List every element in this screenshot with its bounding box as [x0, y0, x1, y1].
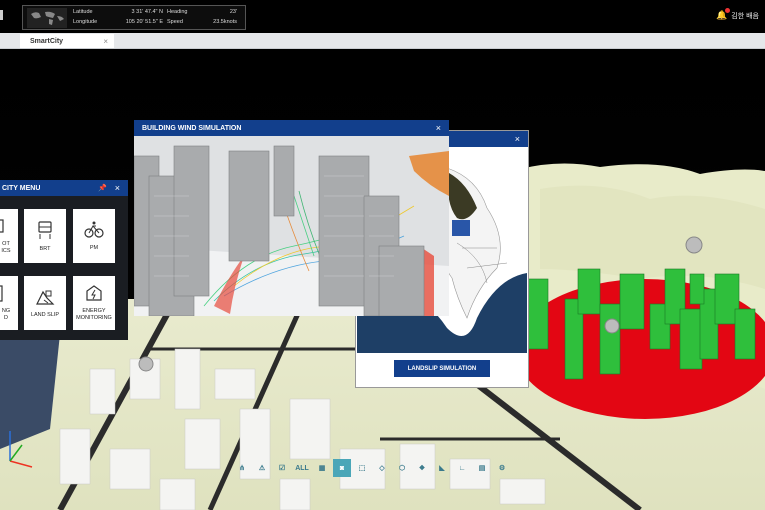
menu-tile-brt[interactable]: BRT — [24, 209, 66, 263]
close-icon[interactable]: × — [515, 134, 520, 144]
menu-tile-building[interactable]: NG D — [0, 276, 18, 330]
tile-label: ENERGY MONITORING — [76, 308, 112, 321]
world-map-icon — [27, 7, 67, 28]
city-menu-panel: CITY MENU 📌 × OT ICS BRT PM NG D LAND SL… — [0, 180, 128, 340]
landslip-simulation-button[interactable]: LANDSLIP SIMULATION — [394, 360, 490, 377]
all-icon[interactable]: ALL — [293, 459, 311, 477]
tile-label: NG D — [1, 308, 11, 321]
menu-tile-iot[interactable]: OT ICS — [0, 209, 18, 263]
notification-badge — [725, 8, 731, 13]
bottom-toolbar: ⋔ ⚠ ☑ ALL ▦ ◙ ⬚ ◇ ⬡ ❖ ◣ ∟ ▤ ⚙ — [233, 457, 557, 479]
document-icon[interactable]: ▤ — [473, 459, 491, 477]
check-layers-icon[interactable]: ☑ — [273, 459, 291, 477]
wind-panel-header: BUILDING WIND SIMULATION × — [134, 120, 449, 136]
menu-tile-energy-monitoring[interactable]: ENERGY MONITORING — [73, 276, 115, 330]
footprint-icon[interactable]: ❖ — [413, 459, 431, 477]
app-indicator — [0, 10, 3, 20]
energy-building-icon — [86, 285, 102, 301]
iot-icon — [0, 219, 4, 233]
corner-icon[interactable]: ◣ — [433, 459, 451, 477]
heading-label: Heading — [167, 9, 188, 15]
heading-value: 23' — [229, 9, 237, 15]
close-icon[interactable]: × — [115, 183, 120, 193]
longitude-value: 105 20' 51.5" E — [125, 19, 163, 25]
wind-simulation-render — [133, 136, 449, 317]
speed-label: Speed — [167, 19, 183, 25]
box-3d-icon[interactable]: ⬚ — [353, 459, 371, 477]
tile-label: PM — [89, 244, 99, 251]
tab-label: SmartCity — [30, 37, 64, 45]
landslide-icon — [36, 290, 55, 305]
angle-icon[interactable]: ∟ — [453, 459, 471, 477]
bus-stop-icon — [38, 220, 52, 239]
menu-tile-pm[interactable]: PM — [73, 209, 115, 263]
building-icon — [0, 285, 3, 302]
bicycle-icon — [84, 221, 104, 238]
tab-bar: SmartCity × — [0, 33, 765, 49]
building-wind-simulation-panel: BUILDING WIND SIMULATION × — [133, 120, 449, 317]
tab-smartcity[interactable]: SmartCity × — [20, 34, 114, 48]
city-menu-header: CITY MENU 📌 × — [0, 180, 128, 196]
settings-icon[interactable]: ⚙ — [493, 459, 511, 477]
tile-label: OT ICS — [1, 241, 11, 254]
pin-icon[interactable]: 📌 — [98, 184, 107, 192]
user-name: 김한 배음 — [731, 12, 759, 20]
menu-tile-land-slip[interactable]: LAND SLIP — [24, 276, 66, 330]
hierarchy-icon[interactable]: ⋔ — [233, 459, 251, 477]
bell-icon[interactable]: 🔔 — [716, 8, 731, 21]
cylinder-icon[interactable]: ◙ — [333, 459, 351, 477]
user-area[interactable]: 🔔 김한 배음 — [716, 8, 759, 21]
top-bar: Latitude 3 31' 47.4" N Heading 23' Longi… — [0, 0, 765, 33]
navigation-info-panel: Latitude 3 31' 47.4" N Heading 23' Longi… — [22, 5, 246, 30]
latitude-label: Latitude — [73, 9, 93, 15]
city-menu-title: CITY MENU — [2, 184, 41, 192]
tile-label: LAND SLIP — [30, 311, 60, 318]
latitude-value: 3 31' 47.4" N — [131, 9, 163, 15]
plane-icon[interactable]: ◇ — [373, 459, 391, 477]
close-icon[interactable]: × — [103, 37, 108, 46]
wind-panel-title: BUILDING WIND SIMULATION — [142, 124, 242, 132]
alert-icon[interactable]: ⚠ — [253, 459, 271, 477]
tile-label: BRT — [39, 245, 51, 252]
model-icon[interactable]: ▦ — [313, 459, 331, 477]
longitude-label: Longitude — [73, 19, 98, 25]
speed-value: 23.5knots — [213, 19, 237, 25]
close-icon[interactable]: × — [436, 123, 441, 133]
cube-icon[interactable]: ⬡ — [393, 459, 411, 477]
